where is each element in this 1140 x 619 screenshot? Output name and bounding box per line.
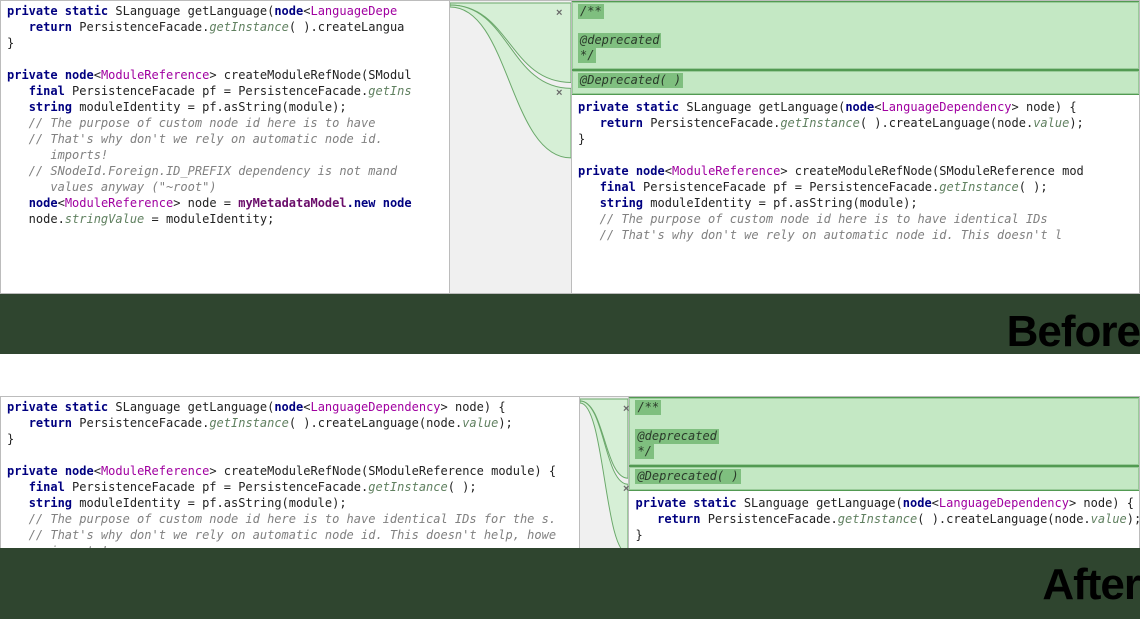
code-line[interactable]: // That's why don't we rely on automatic… [7, 527, 573, 543]
code-line[interactable]: string moduleIdentity = pf.asString(modu… [7, 495, 573, 511]
code-line[interactable] [7, 51, 443, 67]
code-line[interactable]: private node<ModuleReference> createModu… [578, 163, 1133, 179]
code-line[interactable]: private static SLanguage getLanguage(nod… [578, 99, 1133, 115]
code-line[interactable]: return PersistenceFacade.getInstance( ).… [578, 115, 1133, 131]
diff-right-pane[interactable]: /** @deprecated*/ @Deprecated( ) private s… [572, 1, 1139, 293]
code-line[interactable]: return PersistenceFacade.getInstance( ).… [7, 415, 573, 431]
code-line[interactable]: private node<ModuleReference> createModu… [7, 67, 443, 83]
separator-band [0, 548, 1140, 619]
code-line[interactable]: return PersistenceFacade.getInstance( ).… [7, 19, 443, 35]
code-line[interactable]: // The purpose of custom node id here is… [578, 211, 1133, 227]
separator-band [0, 294, 1140, 354]
code-line[interactable]: } [7, 35, 443, 51]
javadoc-token: /** [578, 4, 604, 19]
code-line[interactable]: return PersistenceFacade.getInstance( ).… [635, 511, 1133, 527]
code-line[interactable]: // SNodeId.Foreign.ID_PREFIX dependency … [7, 163, 443, 179]
code-line[interactable]: } [635, 527, 1133, 543]
code-line[interactable]: } [7, 431, 573, 447]
code-line[interactable]: final PersistenceFacade pf = Persistence… [578, 179, 1133, 195]
code-line[interactable] [7, 447, 573, 463]
code-line[interactable]: // That's why don't we rely on automatic… [7, 131, 443, 147]
javadoc-token: @deprecated [635, 429, 718, 444]
diff-before: private static SLanguage getLanguage(nod… [0, 0, 1140, 294]
code-line[interactable]: final PersistenceFacade pf = Persistence… [7, 479, 573, 495]
code-line[interactable]: // The purpose of custom node id here is… [7, 115, 443, 131]
code-line[interactable]: imports! [7, 147, 443, 163]
caption-after: After [1042, 560, 1140, 610]
inserted-block[interactable]: /** @deprecated*/ [572, 1, 1139, 70]
javadoc-token: @Deprecated( ) [578, 73, 683, 88]
diff-left-pane[interactable]: private static SLanguage getLanguage(nod… [1, 1, 450, 293]
close-icon[interactable]: × [556, 7, 562, 19]
code-line[interactable]: private static SLanguage getLanguage(nod… [635, 495, 1133, 511]
code-line[interactable] [578, 147, 1133, 163]
code-line[interactable]: node<ModuleReference> node = myMetadataM… [7, 195, 443, 211]
inserted-block[interactable]: @Deprecated( ) [629, 466, 1139, 491]
code-line[interactable]: values anyway ("~root") [7, 179, 443, 195]
caption-before: Before [1007, 307, 1140, 357]
javadoc-token: */ [635, 444, 653, 459]
code-line[interactable]: final PersistenceFacade pf = Persistence… [7, 83, 443, 99]
javadoc-token: /** [635, 400, 661, 415]
javadoc-token: @deprecated [578, 33, 661, 48]
code-line[interactable]: node.stringValue = moduleIdentity; [7, 211, 443, 227]
code-line[interactable]: string moduleIdentity = pf.asString(modu… [578, 195, 1133, 211]
close-icon[interactable]: × [556, 87, 562, 99]
inserted-block[interactable]: /** @deprecated*/ [629, 397, 1139, 466]
javadoc-token: @Deprecated( ) [635, 469, 740, 484]
diff-gutter [450, 1, 572, 293]
code-line[interactable]: } [578, 131, 1133, 147]
code-line[interactable]: string moduleIdentity = pf.asString(modu… [7, 99, 443, 115]
code-line[interactable]: // That's why don't we rely on automatic… [578, 227, 1133, 243]
code-line[interactable]: // The purpose of custom node id here is… [7, 511, 573, 527]
code-line[interactable]: private static SLanguage getLanguage(nod… [7, 3, 443, 19]
inserted-block[interactable]: @Deprecated( ) [572, 70, 1139, 95]
code-line[interactable]: private static SLanguage getLanguage(nod… [7, 399, 573, 415]
close-icon[interactable]: × [623, 483, 629, 495]
javadoc-token: */ [578, 48, 596, 63]
close-icon[interactable]: × [623, 403, 629, 415]
code-line[interactable]: private node<ModuleReference> createModu… [7, 463, 573, 479]
